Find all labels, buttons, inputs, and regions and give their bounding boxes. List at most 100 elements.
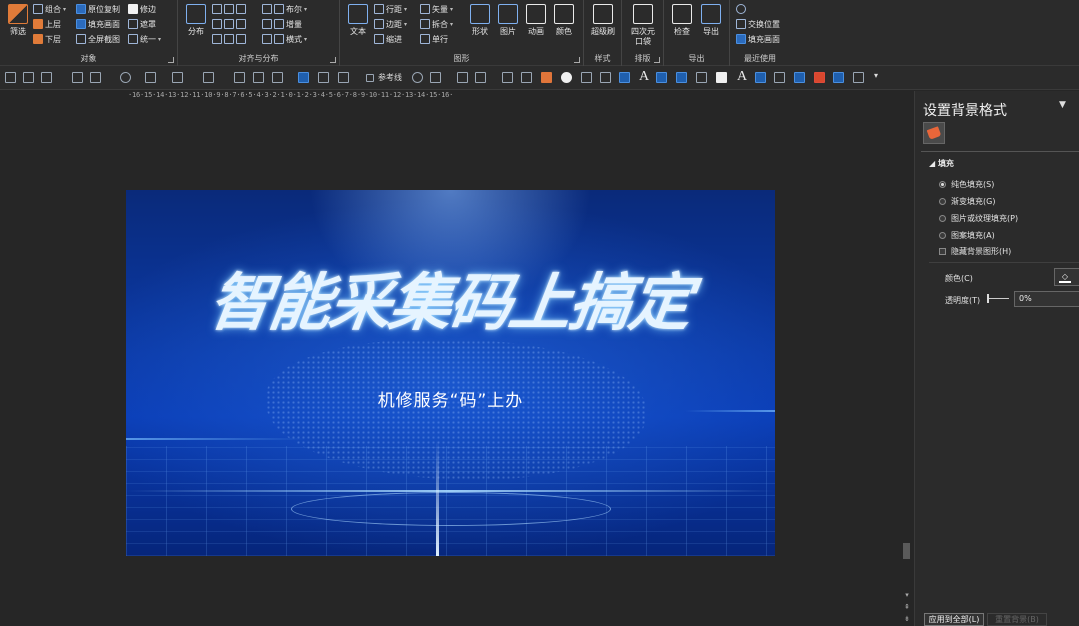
hide-bg-graphics-checkbox[interactable]	[939, 248, 946, 255]
animation-button[interactable]: 动画	[522, 4, 550, 50]
eyedropper-icon[interactable]	[234, 72, 245, 83]
shape-button[interactable]: 形状	[466, 4, 494, 50]
rounded-rect-icon[interactable]	[521, 72, 532, 83]
group-layout-launcher[interactable]	[654, 57, 660, 63]
slide[interactable]: 智能采集码上搞定 机修服务“码”上办	[126, 190, 775, 556]
scroll-thumb[interactable]	[903, 543, 910, 559]
fullscreen-crop-button[interactable]: 全屏截图	[76, 32, 120, 46]
align-left-icon[interactable]	[5, 72, 16, 83]
split-button[interactable]: 拆合 ▾	[420, 17, 453, 31]
text-a-icon[interactable]: A	[639, 69, 649, 85]
list-icon[interactable]	[696, 72, 707, 83]
group-object-launcher[interactable]	[168, 57, 174, 63]
align-tools-row1[interactable]	[212, 2, 246, 16]
copy-in-place-button[interactable]: 原位复制	[76, 2, 120, 16]
gradient-fill-radio[interactable]	[939, 198, 946, 205]
combine-button[interactable]: 组合 ▾	[33, 2, 66, 16]
group-align-launcher[interactable]	[330, 57, 336, 63]
slide-subtitle[interactable]: 机修服务“码”上办	[126, 386, 775, 411]
outline-icon[interactable]	[145, 72, 156, 83]
transparency-input[interactable]: 0%	[1014, 291, 1079, 307]
solid-fill-radio[interactable]	[939, 181, 946, 188]
unify-button[interactable]: 统一 ▾	[128, 32, 161, 46]
quadrant-button[interactable]: 四次元口袋	[629, 4, 657, 50]
reset-background-button[interactable]: 重置背景(B)	[987, 613, 1047, 626]
apply-to-all-button[interactable]: 应用到全部(L)	[924, 613, 984, 626]
effects-icon[interactable]	[172, 72, 183, 83]
fill-icon[interactable]	[120, 72, 131, 83]
scroll-down-icon[interactable]: ▾	[903, 591, 911, 599]
send-down-button[interactable]: 下层	[33, 32, 61, 46]
align-text-icon[interactable]	[656, 72, 667, 83]
gradient-fill-option[interactable]: 渐变填充(G)	[939, 196, 995, 207]
fill-section-header[interactable]: ◢ 填充	[929, 158, 954, 169]
picture-button[interactable]: 图片	[494, 4, 522, 50]
pencil-icon[interactable]	[581, 72, 592, 83]
recent-settings[interactable]	[736, 2, 746, 16]
text-button[interactable]: 文本	[344, 4, 372, 50]
vertical-scrollbar[interactable]: ▾ ⇞ ⇟	[900, 103, 913, 626]
ungroup-icon[interactable]	[90, 72, 101, 83]
hide-bg-graphics-option[interactable]: 隐藏背景图形(H)	[939, 246, 1011, 257]
transparency-slider[interactable]	[987, 294, 1009, 303]
guides-checkbox[interactable]	[366, 74, 374, 82]
eyedropper2-icon[interactable]	[253, 72, 264, 83]
star-icon[interactable]	[457, 72, 468, 83]
horizontal-button[interactable]: 横式 ▾	[262, 32, 307, 46]
distribute-button[interactable]: 分布	[182, 4, 210, 50]
clock-icon[interactable]	[561, 72, 572, 83]
shape-line-icon[interactable]	[430, 72, 441, 83]
photo-icon[interactable]	[755, 72, 766, 83]
grow-button[interactable]: 增量	[262, 17, 302, 31]
image-frame-icon[interactable]	[619, 72, 630, 83]
align-tools-row3[interactable]	[212, 32, 246, 46]
picture-fill-radio[interactable]	[939, 215, 946, 222]
toolbar-more-icon[interactable]: ▾	[874, 71, 878, 80]
transparency-slider-knob[interactable]	[987, 294, 989, 303]
single-line-button[interactable]: 单行	[420, 32, 448, 46]
text-a2-icon[interactable]: A	[737, 69, 747, 85]
fill-color-icon[interactable]	[272, 72, 283, 83]
pen-icon[interactable]	[318, 72, 329, 83]
format-painter-button[interactable]: 超级刷	[589, 4, 617, 50]
align-right-icon[interactable]	[41, 72, 52, 83]
solid-fill-option[interactable]: 纯色填充(S)	[939, 179, 994, 190]
align-center-icon[interactable]	[23, 72, 34, 83]
swap-button[interactable]: 交换位置	[736, 17, 780, 31]
screen-icon[interactable]	[676, 72, 687, 83]
sparkle-icon[interactable]	[600, 72, 611, 83]
modify-button[interactable]: 修边	[128, 2, 156, 16]
pen2-icon[interactable]	[338, 72, 349, 83]
group-shape-launcher[interactable]	[574, 57, 580, 63]
boolean-button[interactable]: 布尔 ▾	[262, 2, 307, 16]
fill-canvas-button[interactable]: 填充画面	[76, 17, 120, 31]
circle-icon[interactable]	[412, 72, 423, 83]
pattern-fill-option[interactable]: 图案填充(A)	[939, 230, 995, 241]
color-picker-button[interactable]: ◇	[1054, 268, 1079, 286]
indent-button[interactable]: 缩进	[374, 32, 402, 46]
recent-fill-canvas-button[interactable]: 填充画面	[736, 32, 780, 46]
group-icon[interactable]	[72, 72, 83, 83]
picture-icon[interactable]	[475, 72, 486, 83]
color-button[interactable]: 颜色	[550, 4, 578, 50]
fill-tab[interactable]	[923, 122, 945, 144]
textbox-icon[interactable]	[298, 72, 309, 83]
align-tools-row2[interactable]	[212, 17, 246, 31]
check-button[interactable]: 检查	[668, 4, 696, 50]
line-spacing-button[interactable]: 行距 ▾	[374, 2, 407, 16]
prev-slide-icon[interactable]: ⇞	[903, 603, 911, 611]
frame-icon[interactable]	[774, 72, 785, 83]
rect-icon[interactable]	[502, 72, 513, 83]
image-icon[interactable]	[203, 72, 214, 83]
pane-menu-icon[interactable]: ▼	[1059, 100, 1066, 110]
bring-up-button[interactable]: 上层	[33, 17, 61, 31]
vector-button[interactable]: 矢量 ▾	[420, 2, 453, 16]
plugin-icon[interactable]	[814, 72, 825, 83]
margin-button[interactable]: 边距 ▾	[374, 17, 407, 31]
filter-button[interactable]: 筛选	[4, 4, 32, 50]
table-icon[interactable]	[541, 72, 552, 83]
export-button[interactable]: 导出	[697, 4, 725, 50]
slide-title[interactable]: 智能采集码上搞定	[126, 252, 775, 342]
pattern-fill-radio[interactable]	[939, 232, 946, 239]
picture-fill-option[interactable]: 图片或纹理填充(P)	[939, 213, 1018, 224]
